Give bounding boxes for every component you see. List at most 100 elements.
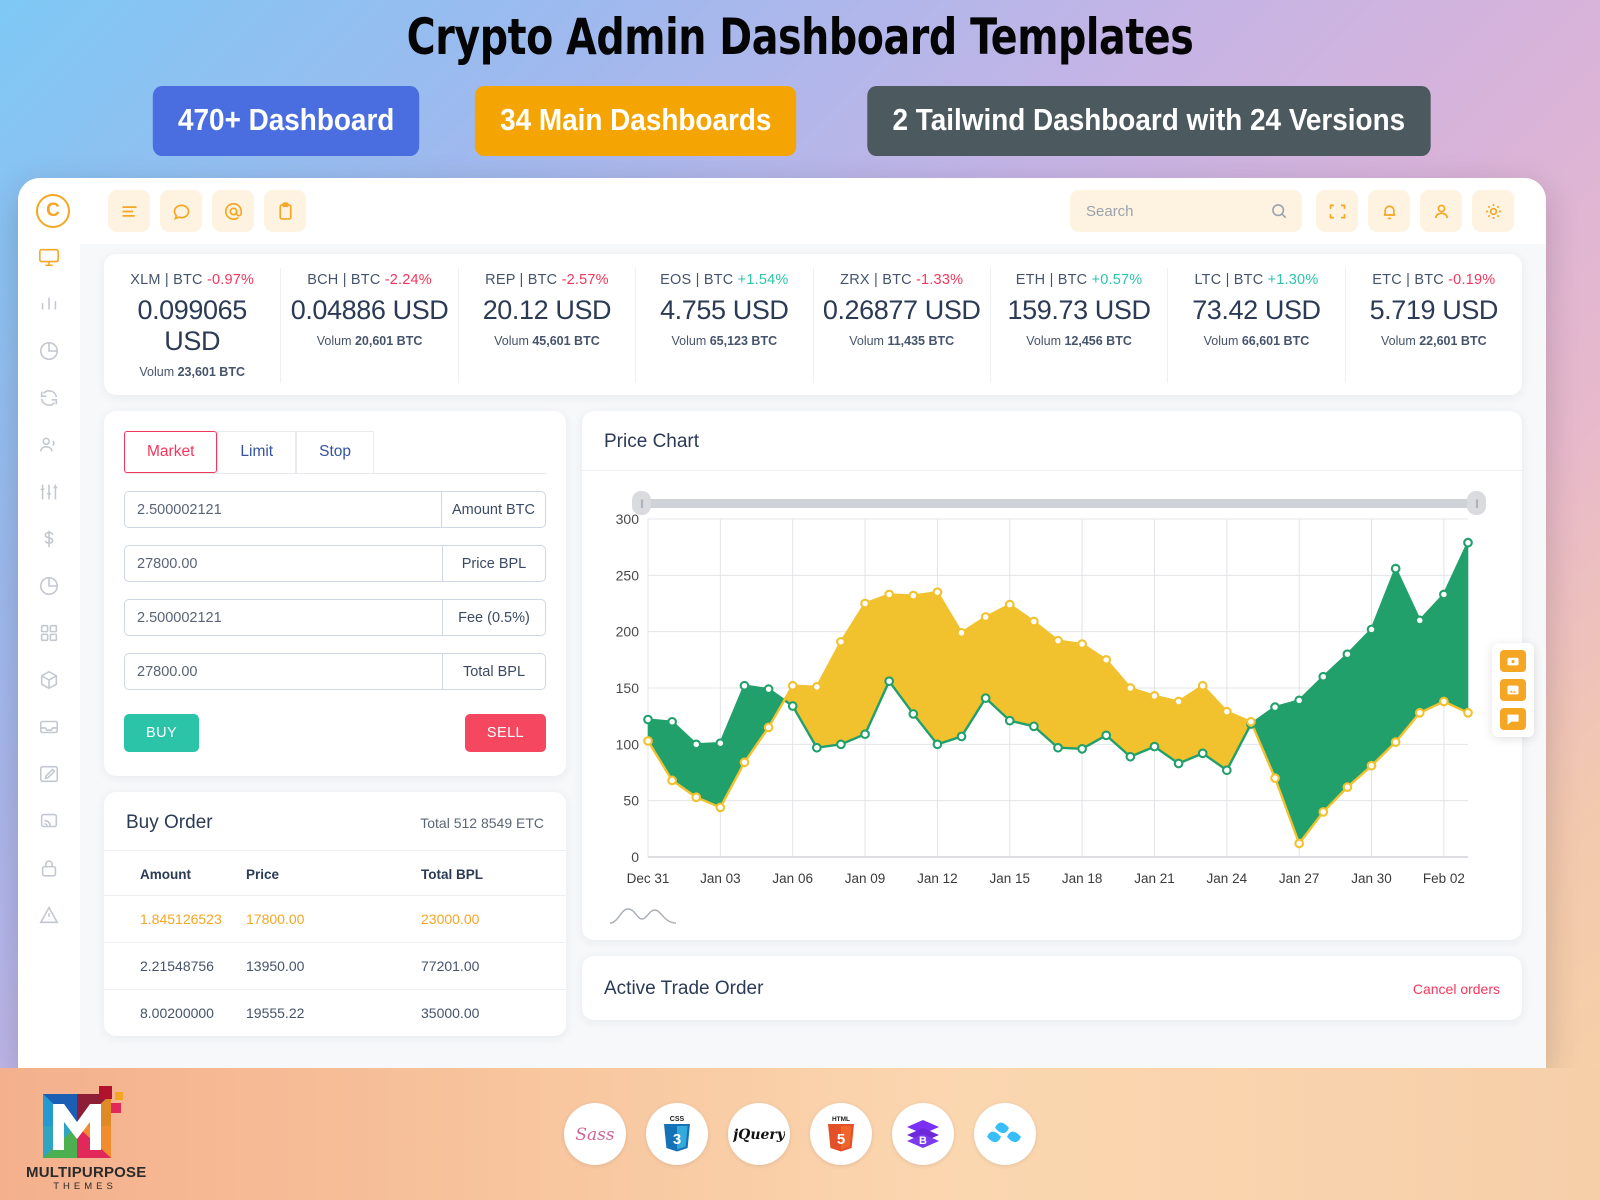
svg-text:HTML: HTML [832,1116,850,1123]
image-icon[interactable] [1500,679,1526,701]
sidebar-item-dollar-icon[interactable] [36,526,62,552]
input-total-bpl[interactable] [124,653,442,690]
right-column: Price Chart 0 50 100 150 200 250 300 Dec 31 Jan … [582,411,1522,1036]
input-fee-0-5[interactable] [124,599,442,636]
left-column: MarketLimitStop Amount BTC Price BPL Fee (… [104,411,566,1036]
cancel-orders-link[interactable]: Cancel orders [1413,981,1500,997]
sell-button[interactable]: SELL [464,714,546,752]
order-field: Total BPL [124,653,546,690]
order-type-tabs: Market Limit Stop [124,431,546,474]
html5-icon: HTML 5 [810,1103,872,1165]
tab-market[interactable]: Market [124,431,218,473]
svg-text:100: 100 [616,736,640,752]
cell-price: 17800.00 [236,895,411,943]
input-amount-btc[interactable] [124,491,441,528]
ticker-change: -2.24% [384,272,432,288]
tab-limit[interactable]: Limit [217,431,297,473]
ticker-volume: Volum 66,601 BTC [1203,334,1310,348]
sidebar-item-cast-icon[interactable] [36,808,62,834]
ticker-price: 0.04886 USD [290,295,449,325]
sidebar-item-edit-icon[interactable] [36,761,62,787]
ticker-price: 73.42 USD [1192,295,1321,325]
sidebar-item-grid-icon[interactable] [36,620,62,646]
fullscreen-icon[interactable] [1316,190,1358,232]
multipurpose-themes-logo: MULTIPURPOSE THEMES [26,1084,147,1192]
cell-amount: 8.00200000 [104,989,236,1036]
bootstrap-icon: B [892,1103,954,1165]
css3-icon: CSS 3 [646,1103,708,1165]
svg-text:250: 250 [616,567,640,583]
user-icon[interactable] [1420,190,1462,232]
ticker-bar: XLM | BTC -0.97% 0.099065 USD Volum 23,601… [104,254,1522,395]
buy-button[interactable]: BUY [124,714,200,752]
bell-icon[interactable] [1368,190,1410,232]
chat-icon[interactable] [160,190,202,232]
ticker-item: ZRX | BTC -1.33% 0.26877 USD Volum 11,435 … [814,268,991,383]
ticker-volume: Volum 65,123 BTC [671,334,778,348]
ticker-volume: Volum 45,601 BTC [494,334,600,348]
svg-text:Jan 27: Jan 27 [1279,871,1320,886]
order-fields: Amount BTC Price BPL Fee (0.5%) Total BPL [124,491,546,690]
table-row[interactable]: 8.00200000 19555.22 35000.00 [104,989,566,1036]
cell-amount: 1.845126523 [104,895,236,943]
app-logo-icon[interactable]: C [36,194,70,228]
active-trade-title: Active Trade Order [604,978,764,999]
order-form-card: MarketLimitStop Amount BTC Price BPL Fee (… [104,411,566,776]
sidebar-item-lock-icon[interactable] [36,855,62,881]
order-field: Fee (0.5%) [124,599,546,636]
clipboard-icon[interactable] [264,190,306,232]
field-suffix: Price BPL [442,545,546,582]
at-icon[interactable] [212,190,254,232]
slider-track[interactable] [640,499,1478,508]
svg-text:150: 150 [616,680,640,696]
sidebar-item-users-icon[interactable] [36,432,62,458]
svg-text:Dec 31: Dec 31 [627,871,670,886]
buy-order-table: Amount Price Total BPL 1.845126523 17800.… [104,851,566,1036]
tab-stop[interactable]: Stop [296,431,374,473]
svg-text:Jan 06: Jan 06 [772,871,813,886]
table-row[interactable]: 2.21548756 13950.00 77201.00 [104,942,566,990]
ticker-price: 20.12 USD [482,295,612,325]
ticker-item: BCH | BTC -2.24% 0.04886 USD Volum 20,601 … [281,268,459,383]
ticker-pair: ETC | BTC -0.19% [1372,272,1496,288]
sidebar-item-box-icon[interactable] [36,667,62,693]
chart-navigator-mini[interactable] [608,903,678,925]
camera-icon[interactable] [1500,650,1526,672]
cell-total: 23000.00 [411,895,566,943]
ticker-pair: ZRX | BTC -1.33% [840,272,964,288]
ticker-pair: ETH | BTC +0.57% [1015,272,1143,288]
ticker-change: +0.57% [1091,272,1143,288]
svg-text:5: 5 [837,1131,845,1148]
chat-bubble-icon[interactable] [1500,708,1526,730]
chart-range-slider[interactable] [632,491,1486,515]
ticker-pair: XLM | BTC -0.97% [130,272,255,288]
sidebar-item-inbox-icon[interactable] [36,714,62,740]
search-input[interactable] [1070,190,1302,232]
sidebar-item-sliders-icon[interactable] [36,479,62,505]
ticker-change: -0.97% [206,272,255,288]
sidebar-item-pie-chart-icon[interactable] [36,338,62,364]
svg-text:Jan 09: Jan 09 [845,871,886,886]
ticker-item: XLM | BTC -0.97% 0.099065 USD Volum 23,601… [104,268,282,383]
ticker-change: +1.30% [1267,272,1319,288]
input-price-bpl[interactable] [124,545,442,582]
order-field: Price BPL [124,545,546,582]
ticker-pair: EOS | BTC +1.54% [660,272,789,288]
mpt-brand-name: MULTIPURPOSE [26,1164,147,1181]
sidebar-item-monitor-icon[interactable] [36,244,62,270]
table-header-row: Amount Price Total BPL [104,851,566,896]
table-row[interactable]: 1.845126523 17800.00 23000.00 [104,895,566,943]
sidebar-item-refresh-icon[interactable] [36,385,62,411]
sidebar-item-alert-icon[interactable] [36,902,62,928]
jquery-icon: jQuery [728,1103,790,1165]
menu-icon[interactable] [108,190,150,232]
gear-icon[interactable] [1472,190,1514,232]
search-icon[interactable] [1269,201,1289,221]
sidebar-item-bar-chart-icon[interactable] [36,291,62,317]
footer: MULTIPURPOSE THEMES Sass CSS 3 jQuery HTM… [0,1068,1600,1200]
svg-text:300: 300 [616,511,640,527]
promo-header: Crypto Admin Dashboard Templates 470+ Da… [0,0,1600,156]
svg-text:CSS: CSS [670,1116,685,1123]
sidebar-item-pie-chart-2-icon[interactable] [36,573,62,599]
svg-text:Jan 21: Jan 21 [1134,871,1175,886]
